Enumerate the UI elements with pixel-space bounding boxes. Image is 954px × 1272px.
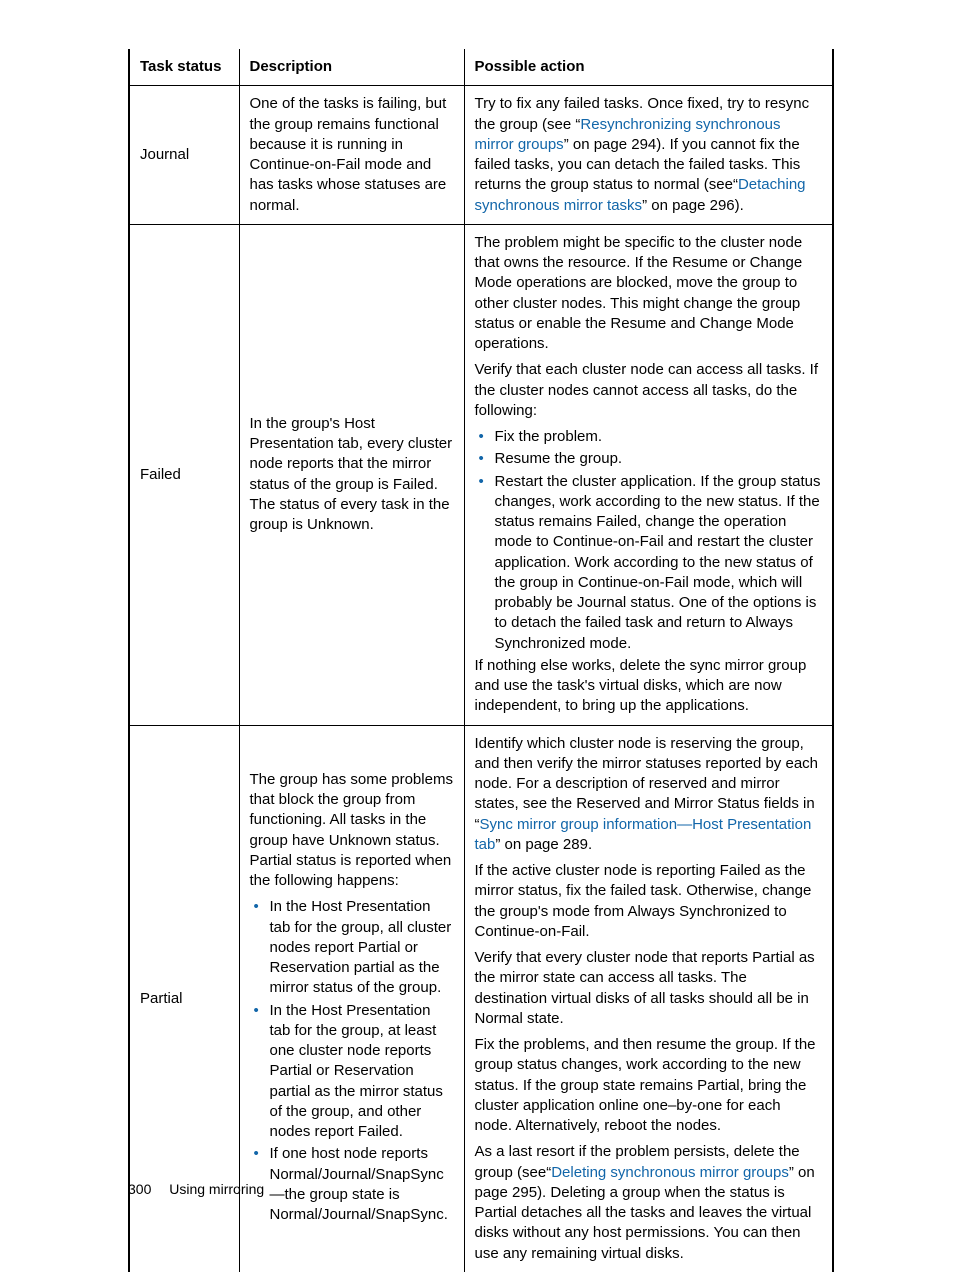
list-item: Fix the problem.	[493, 427, 823, 447]
list-item: Restart the cluster application. If the …	[493, 472, 823, 654]
table-row-failed: Failed In the group's Host Presentation …	[129, 224, 833, 725]
text: The group has some problems that block t…	[250, 770, 454, 892]
col-header-description: Description	[239, 49, 464, 86]
text: Fix the problems, and then resume the gr…	[475, 1035, 823, 1136]
text: ” on page 296).	[642, 197, 744, 214]
list-item: Resume the group.	[493, 449, 823, 469]
table-header-row: Task status Description Possible action	[129, 49, 833, 86]
action-cell: The problem might be specific to the clu…	[464, 224, 833, 725]
col-header-action: Possible action	[464, 49, 833, 86]
text: ” on page 289.	[495, 836, 592, 853]
action-cell: Try to fix any failed tasks. Once fixed,…	[464, 86, 833, 225]
status-table: Task status Description Possible action …	[128, 49, 834, 1272]
text: Verify that every cluster node that repo…	[475, 948, 823, 1029]
list-item: If one host node reports Normal/Journal/…	[268, 1144, 454, 1225]
status-cell: Failed	[129, 224, 239, 725]
link-deleting-groups[interactable]: Deleting synchronous mirror groups	[551, 1164, 789, 1181]
text: The problem might be specific to the clu…	[475, 233, 823, 355]
bullet-list: Fix the problem. Resume the group. Resta…	[475, 427, 823, 654]
page-footer: 300 Using mirroring	[128, 1180, 264, 1199]
bullet-list: In the Host Presentation tab for the gro…	[250, 897, 454, 1225]
description-cell: The group has some problems that block t…	[239, 725, 464, 1272]
description-cell: One of the tasks is failing, but the gro…	[239, 86, 464, 225]
list-item: In the Host Presentation tab for the gro…	[268, 897, 454, 998]
status-cell: Journal	[129, 86, 239, 225]
description-cell: In the group's Host Presentation tab, ev…	[239, 224, 464, 725]
table-row-journal: Journal One of the tasks is failing, but…	[129, 86, 833, 225]
list-item: In the Host Presentation tab for the gro…	[268, 1001, 454, 1143]
section-title: Using mirroring	[169, 1181, 264, 1197]
text: If nothing else works, delete the sync m…	[475, 656, 823, 717]
action-cell: Identify which cluster node is reserving…	[464, 725, 833, 1272]
text: If the active cluster node is reporting …	[475, 861, 823, 942]
text: Verify that each cluster node can access…	[475, 360, 823, 421]
col-header-status: Task status	[129, 49, 239, 86]
page-number: 300	[128, 1181, 151, 1197]
